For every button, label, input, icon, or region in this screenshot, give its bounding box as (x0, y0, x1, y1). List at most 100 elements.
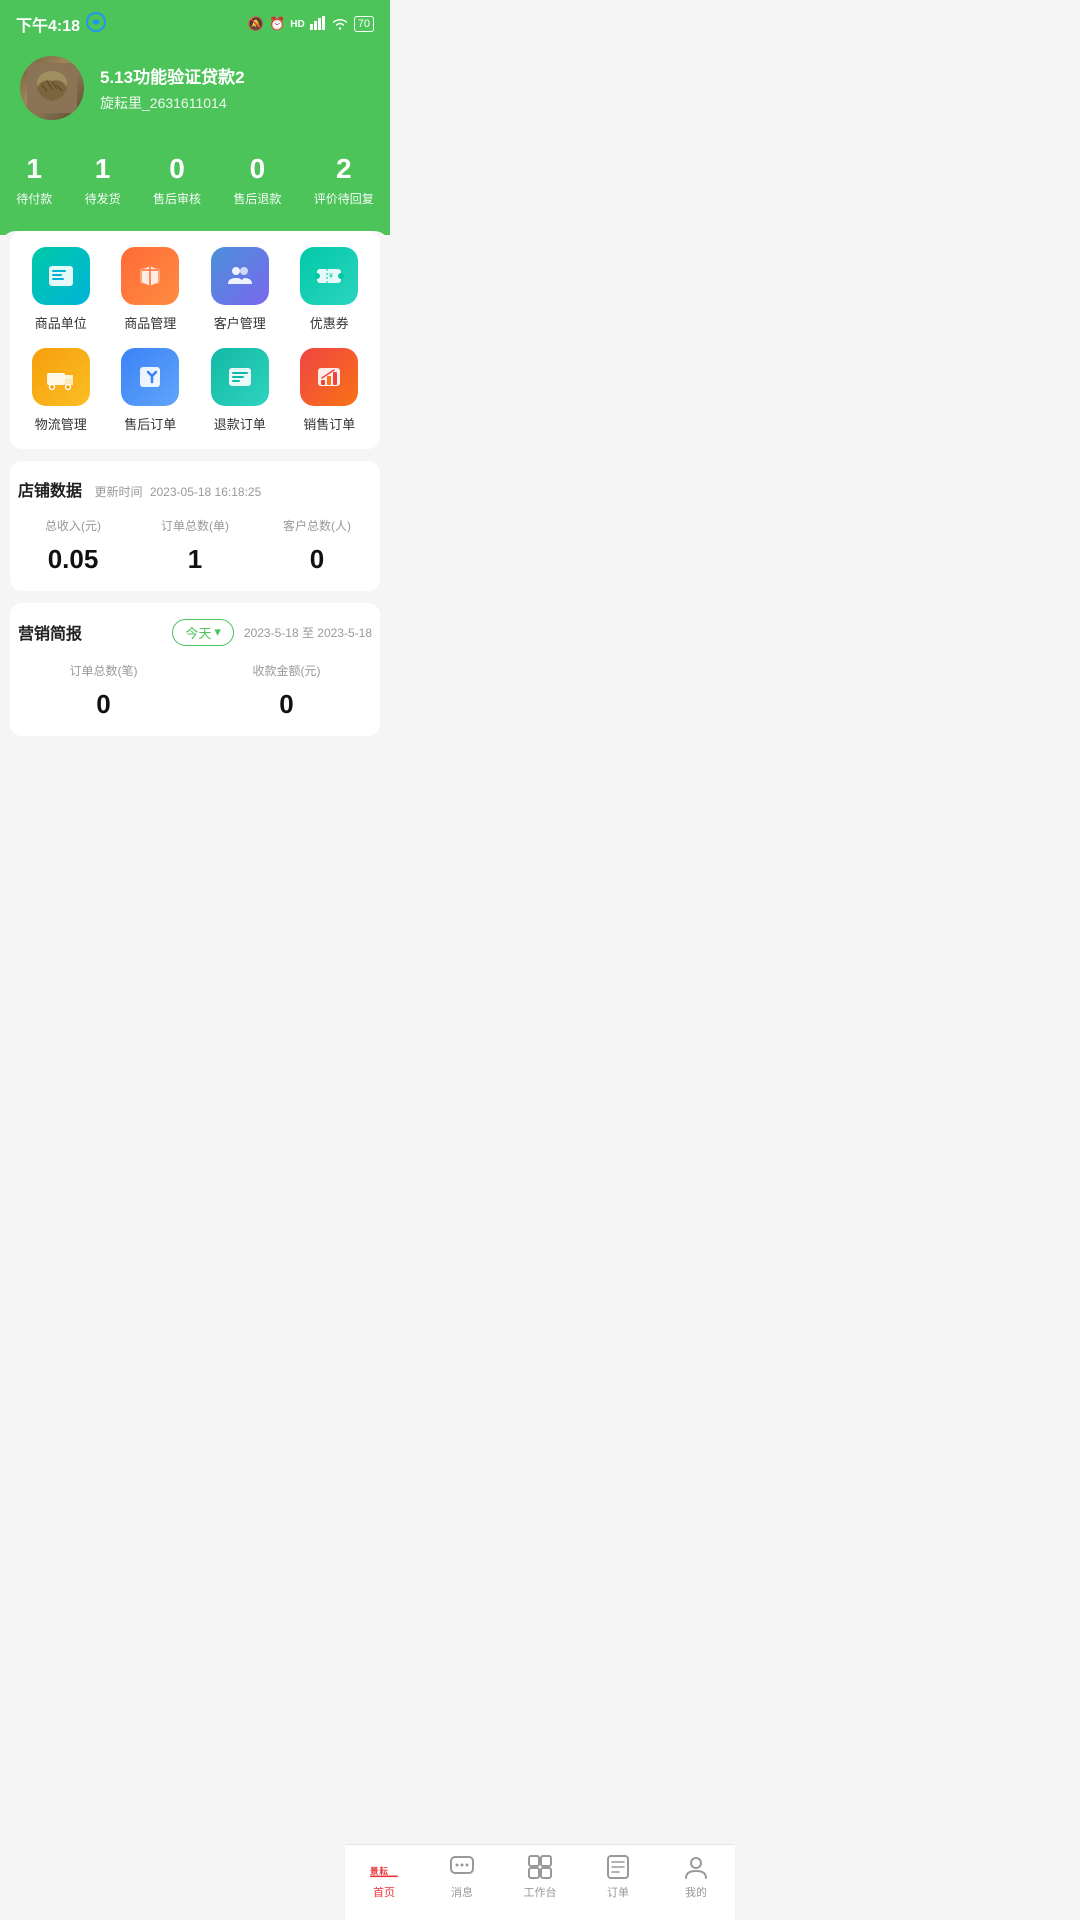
menu-card: 商品单位 商品管理 (10, 231, 380, 449)
stat-number-rp: 2 (336, 152, 352, 186)
nav-item-order[interactable]: 订单 (588, 1853, 648, 1900)
status-time: 下午4:18 (16, 12, 80, 36)
menu-item-product-mgmt[interactable]: 商品管理 (108, 247, 194, 332)
today-badge[interactable]: 今天 ▾ (172, 619, 234, 646)
shop-data-col-2: 客户总数(人) 0 (262, 517, 372, 575)
chevron-down-icon: ▾ (214, 624, 221, 640)
customer-mgmt-icon (211, 247, 269, 305)
marketing-title: 营销简报 (18, 620, 82, 644)
after-sale-order-icon (121, 348, 179, 406)
nav-label-home: 首页 (373, 1884, 395, 1900)
stat-label-refund: 售后退款 (233, 190, 281, 207)
product-unit-icon (32, 247, 90, 305)
nav-label-message: 消息 (451, 1884, 473, 1900)
menu-item-after-sale-order[interactable]: 售后订单 (108, 348, 194, 433)
marketing-card: 营销简报 今天 ▾ 2023-5-18 至 2023-5-18 订单总数(笔) … (10, 603, 380, 736)
col-value-0: 0.05 (18, 544, 128, 575)
stat-number-review: 0 (169, 152, 185, 186)
stat-label-ship: 待发货 (85, 190, 121, 207)
menu-item-sales-order[interactable]: 销售订单 (287, 348, 373, 433)
shop-name: 5.13功能验证贷款2 (100, 63, 245, 88)
svg-text:¥: ¥ (329, 273, 333, 280)
avatar (20, 56, 84, 120)
signal-icon (310, 16, 326, 33)
menu-item-customer-mgmt[interactable]: 客户管理 (197, 247, 283, 332)
header-text: 5.13功能验证贷款2 旋耘里_2631611014 (100, 63, 245, 113)
svg-text:景: 景 (370, 1866, 379, 1876)
nav-label-workbench: 工作台 (524, 1884, 557, 1900)
status-bar: 下午4:18 🔕 ⏰ HD 7 (0, 0, 390, 44)
shop-data-card: 店铺数据 更新时间 2023-05-18 16:18:25 总收入(元) 0.0… (10, 461, 380, 591)
mkt-value-0: 0 (18, 689, 189, 720)
product-mgmt-icon (121, 247, 179, 305)
marketing-data: 订单总数(笔) 0 收款金额(元) 0 (18, 662, 372, 720)
message-icon (448, 1853, 476, 1881)
date-range: 2023-5-18 至 2023-5-18 (244, 624, 372, 641)
stats-row: 1 待付款 1 待发货 0 售后审核 0 售后退款 2 评价待回复 (0, 144, 390, 235)
stat-label-payment: 待付款 (16, 190, 52, 207)
menu-item-refund-order[interactable]: 退款订单 (197, 348, 283, 433)
mkt-label-1: 收款金额(元) (201, 662, 372, 679)
nav-item-home[interactable]: 景 耘 首页 (354, 1853, 414, 1900)
stat-number-ship: 1 (95, 152, 111, 186)
col-value-2: 0 (262, 544, 372, 575)
home-icon: 景 耘 (370, 1853, 398, 1881)
menu-label-logistics: 物流管理 (35, 414, 87, 433)
menu-item-logistics[interactable]: 物流管理 (18, 348, 104, 433)
stat-after-sale-refund[interactable]: 0 售后退款 (233, 152, 281, 207)
sync-icon (86, 12, 106, 37)
col-label-2: 客户总数(人) (262, 517, 372, 534)
stat-pending-ship[interactable]: 1 待发货 (85, 152, 121, 207)
stat-number-refund: 0 (250, 152, 266, 186)
shop-data-col-1: 订单总数(单) 1 (140, 517, 250, 575)
menu-item-coupon[interactable]: ¥ 优惠券 (287, 247, 373, 332)
mkt-col-1: 收款金额(元) 0 (201, 662, 372, 720)
sales-order-icon (300, 348, 358, 406)
menu-label-sales-order: 销售订单 (303, 414, 355, 433)
mkt-col-0: 订单总数(笔) 0 (18, 662, 189, 720)
bell-icon: 🔕 (248, 16, 264, 32)
order-icon (604, 1853, 632, 1881)
shop-data-title: 店铺数据 (18, 483, 82, 500)
mkt-value-1: 0 (201, 689, 372, 720)
stat-after-sale-review[interactable]: 0 售后审核 (153, 152, 201, 207)
stat-label-rp: 评价待回复 (314, 190, 374, 207)
shop-id: 旋耘里_2631611014 (100, 93, 245, 113)
mkt-label-0: 订单总数(笔) (18, 662, 189, 679)
menu-label-coupon: 优惠券 (310, 313, 349, 332)
logistics-icon (32, 348, 90, 406)
menu-label-product-unit: 商品单位 (35, 313, 87, 332)
update-time-label: 更新时间 2023-05-18 16:18:25 (94, 485, 261, 499)
menu-label-refund-order: 退款订单 (214, 414, 266, 433)
shop-data-col-0: 总收入(元) 0.05 (18, 517, 128, 575)
nav-item-workbench[interactable]: 工作台 (510, 1853, 570, 1900)
nav-item-message[interactable]: 消息 (432, 1853, 492, 1900)
workbench-icon (526, 1853, 554, 1881)
shop-data-header: 店铺数据 更新时间 2023-05-18 16:18:25 (18, 477, 372, 501)
svg-text:耘: 耘 (379, 1865, 388, 1876)
header: 5.13功能验证贷款2 旋耘里_2631611014 (0, 44, 390, 144)
nav-item-mine[interactable]: 我的 (666, 1853, 726, 1900)
menu-grid: 商品单位 商品管理 (18, 247, 372, 433)
bottom-nav: 景 耘 首页 消息 工作台 (345, 1844, 735, 1920)
menu-label-product-mgmt: 商品管理 (124, 313, 176, 332)
nav-label-mine: 我的 (685, 1884, 707, 1900)
stat-number-payment: 1 (26, 152, 42, 186)
status-icons: 🔕 ⏰ HD 70 (248, 16, 374, 33)
col-value-1: 1 (140, 544, 250, 575)
stat-label-review: 售后审核 (153, 190, 201, 207)
battery-icon: 70 (354, 16, 374, 32)
stat-pending-payment[interactable]: 1 待付款 (16, 152, 52, 207)
marketing-right: 今天 ▾ 2023-5-18 至 2023-5-18 (172, 619, 372, 646)
shop-data-grid: 总收入(元) 0.05 订单总数(单) 1 客户总数(人) 0 (18, 517, 372, 575)
coupon-icon: ¥ (300, 247, 358, 305)
col-label-1: 订单总数(单) (140, 517, 250, 534)
stat-review-pending[interactable]: 2 评价待回复 (314, 152, 374, 207)
hd-label: HD (290, 19, 304, 30)
menu-label-after-sale-order: 售后订单 (124, 414, 176, 433)
refund-order-icon (211, 348, 269, 406)
alarm-icon: ⏰ (269, 16, 285, 32)
main-content: 商品单位 商品管理 (0, 231, 390, 828)
mine-icon (682, 1853, 710, 1881)
menu-item-product-unit[interactable]: 商品单位 (18, 247, 104, 332)
